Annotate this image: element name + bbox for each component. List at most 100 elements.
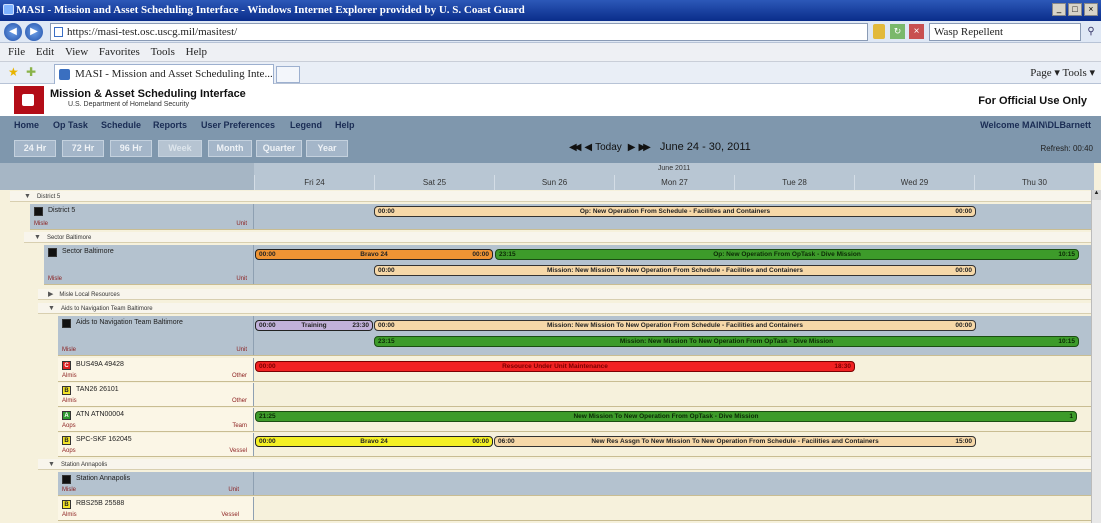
range-24hr-button[interactable]: 24 Hr (14, 140, 56, 157)
favorites-star-icon[interactable]: ★ (8, 65, 19, 79)
collapse-icon[interactable]: ▼ (48, 305, 55, 312)
app-subtitle: U.S. Department of Homeland Security (68, 101, 189, 108)
nav-reports[interactable]: Reports (153, 120, 187, 130)
day-header-mon: Mon 27 (614, 175, 734, 190)
menu-file[interactable]: File (8, 46, 25, 58)
resource-row-bus49a[interactable]: C BUS49A 49428 Almis Other 00:00 Resource… (58, 358, 1091, 382)
nav-op-task[interactable]: Op Task (53, 120, 88, 130)
resource-row-station-annapolis[interactable]: Station Annapolis Misle Unit (58, 472, 1091, 496)
prev-week-icon[interactable]: ◀◀ (569, 142, 582, 153)
menu-edit[interactable]: Edit (36, 46, 54, 58)
group-district-5[interactable]: ▼ District 5 (10, 191, 1091, 202)
event-bar[interactable]: 00:00 Op: New Operation From Schedule - F… (374, 206, 976, 217)
nav-schedule[interactable]: Schedule (101, 120, 141, 130)
nav-help[interactable]: Help (335, 120, 355, 130)
event-bar[interactable]: 00:00 Resource Under Unit Maintenance 18:3… (255, 361, 855, 372)
new-tab-button[interactable] (276, 66, 300, 83)
status-badge: C (62, 361, 71, 370)
next-week-icon[interactable]: ▶▶ (638, 142, 651, 153)
status-badge: B (62, 500, 71, 509)
fouo-banner: For Official Use Only (978, 95, 1087, 107)
month-header: June 2011 (254, 163, 1094, 175)
resource-header (0, 163, 254, 190)
close-button[interactable]: × (1084, 3, 1098, 16)
minimize-button[interactable]: _ (1052, 3, 1066, 16)
day-header-sun: Sun 26 (494, 175, 614, 190)
event-bar[interactable]: 00:00 Mission: New Mission To New Operati… (374, 265, 976, 276)
status-badge: A (62, 411, 71, 420)
expand-icon[interactable]: ▶ (48, 291, 53, 298)
range-96hr-button[interactable]: 96 Hr (110, 140, 152, 157)
menu-favorites[interactable]: Favorites (99, 46, 140, 58)
group-station-annapolis[interactable]: ▼ Station Annapolis (38, 459, 1091, 470)
collapse-icon[interactable]: ▼ (48, 461, 55, 468)
resource-row-atn[interactable]: A ATN ATN00004 Aops Team 21:25 New Missio… (58, 408, 1091, 432)
stop-icon[interactable]: × (909, 24, 924, 39)
range-72hr-button[interactable]: 72 Hr (62, 140, 104, 157)
search-input[interactable]: Wasp Repellent (929, 23, 1081, 41)
collapse-icon[interactable]: ▼ (24, 193, 31, 200)
vertical-scrollbar[interactable]: ▲ (1091, 190, 1101, 523)
date-range: June 24 - 30, 2011 (659, 141, 751, 153)
next-day-icon[interactable]: ▶ (628, 142, 636, 153)
menu-view[interactable]: View (65, 46, 88, 58)
range-year-button[interactable]: Year (306, 140, 348, 157)
resource-row-tan26[interactable]: B TAN26 26101 Almis Other (58, 383, 1091, 407)
lock-icon[interactable] (873, 24, 885, 39)
command-bar[interactable]: Page ▾ Tools ▾ (1030, 65, 1095, 81)
window-controls: _ □ × (1052, 3, 1098, 16)
day-header-thu: Thu 30 (974, 175, 1094, 190)
group-aids-to-navigation[interactable]: ▼ Aids to Navigation Team Baltimore (38, 303, 1091, 314)
event-bar[interactable]: 21:25 New Mission To New Operation From O… (255, 411, 1077, 422)
resource-row-spc-skf[interactable]: B SPC-SKF 162045 Aops Vessel 00:00 Bravo … (58, 433, 1091, 457)
event-bar[interactable]: 00:00 Training 23:30 (255, 320, 373, 331)
search-icon[interactable]: ⚲ (1083, 24, 1099, 40)
event-bar[interactable]: 00:00 Bravo 24 00:00 (255, 436, 493, 447)
nav-legend[interactable]: Legend (290, 120, 322, 130)
back-icon[interactable]: ◀ (4, 23, 22, 41)
resource-row-sector-baltimore[interactable]: Sector Baltimore Misle Unit 00:00 Bravo 2… (44, 245, 1091, 285)
event-bar[interactable]: 00:00 Mission: New Mission To New Operati… (374, 320, 976, 331)
range-quarter-button[interactable]: Quarter (256, 140, 302, 157)
group-misle-local-resources[interactable]: ▶ Misle Local Resources (38, 289, 1091, 300)
range-week-button[interactable]: Week (158, 140, 202, 157)
unit-square-icon (62, 475, 71, 484)
resource-row-rbs25b[interactable]: B RBS25B 25588 Almis Vessel (58, 497, 1091, 521)
maximize-button[interactable]: □ (1068, 3, 1082, 16)
resource-row-district-5[interactable]: District 5 Misle Unit 00:00 Op: New Opera… (30, 204, 1091, 230)
unit-square-icon (34, 207, 43, 216)
event-bar[interactable]: 23:15 Mission: New Mission To New Operati… (374, 336, 1079, 347)
forward-icon[interactable]: ▶ (25, 23, 43, 41)
add-favorites-icon[interactable]: ✚ (26, 65, 36, 79)
day-header-fri: Fri 24 (254, 175, 374, 190)
today-button[interactable]: Today (595, 142, 622, 153)
window-title-bar: MASI - Mission and Asset Scheduling Inte… (0, 0, 1101, 21)
event-bar[interactable]: 23:15 Op: New Operation From OpTask - Div… (495, 249, 1079, 260)
page-icon (54, 27, 63, 37)
nav-home[interactable]: Home (14, 120, 39, 130)
uscg-logo-icon (14, 86, 44, 114)
menu-help[interactable]: Help (186, 46, 207, 58)
event-bar[interactable]: 00:00 Bravo 24 00:00 (255, 249, 493, 260)
url-field[interactable]: https://masi-test.osc.uscg.mil/masitest/ (50, 23, 868, 41)
refresh-timer: Refresh: 00:40 (1040, 144, 1093, 153)
schedule-toolbar: 24 Hr 72 Hr 96 Hr Week Month Quarter Yea… (0, 135, 1101, 163)
collapse-icon[interactable]: ▼ (34, 234, 41, 241)
menu-tools[interactable]: Tools (151, 46, 175, 58)
group-sector-baltimore[interactable]: ▼ Sector Baltimore (24, 232, 1091, 243)
event-bar[interactable]: 06:00 New Res Assgn To New Mission To New… (494, 436, 976, 447)
window-title: MASI - Mission and Asset Scheduling Inte… (16, 4, 525, 16)
ie-icon (3, 4, 14, 15)
app-title: Mission & Asset Scheduling Interface (50, 88, 246, 100)
range-month-button[interactable]: Month (208, 140, 252, 157)
schedule-grid: June 2011 Fri 24 Sat 25 Sun 26 Mon 27 Tu… (0, 163, 1101, 523)
resource-row-aton-team[interactable]: Aids to Navigation Team Baltimore Misle … (58, 316, 1091, 356)
prev-day-icon[interactable]: ◀ (584, 142, 592, 153)
refresh-icon[interactable]: ↻ (890, 24, 905, 39)
day-header-tue: Tue 28 (734, 175, 854, 190)
unit-square-icon (62, 319, 71, 328)
nav-user-preferences[interactable]: User Preferences (201, 120, 275, 130)
scroll-up-icon[interactable]: ▲ (1092, 190, 1101, 200)
unit-square-icon (48, 248, 57, 257)
browser-tab[interactable]: MASI - Mission and Asset Scheduling Inte… (54, 64, 274, 84)
